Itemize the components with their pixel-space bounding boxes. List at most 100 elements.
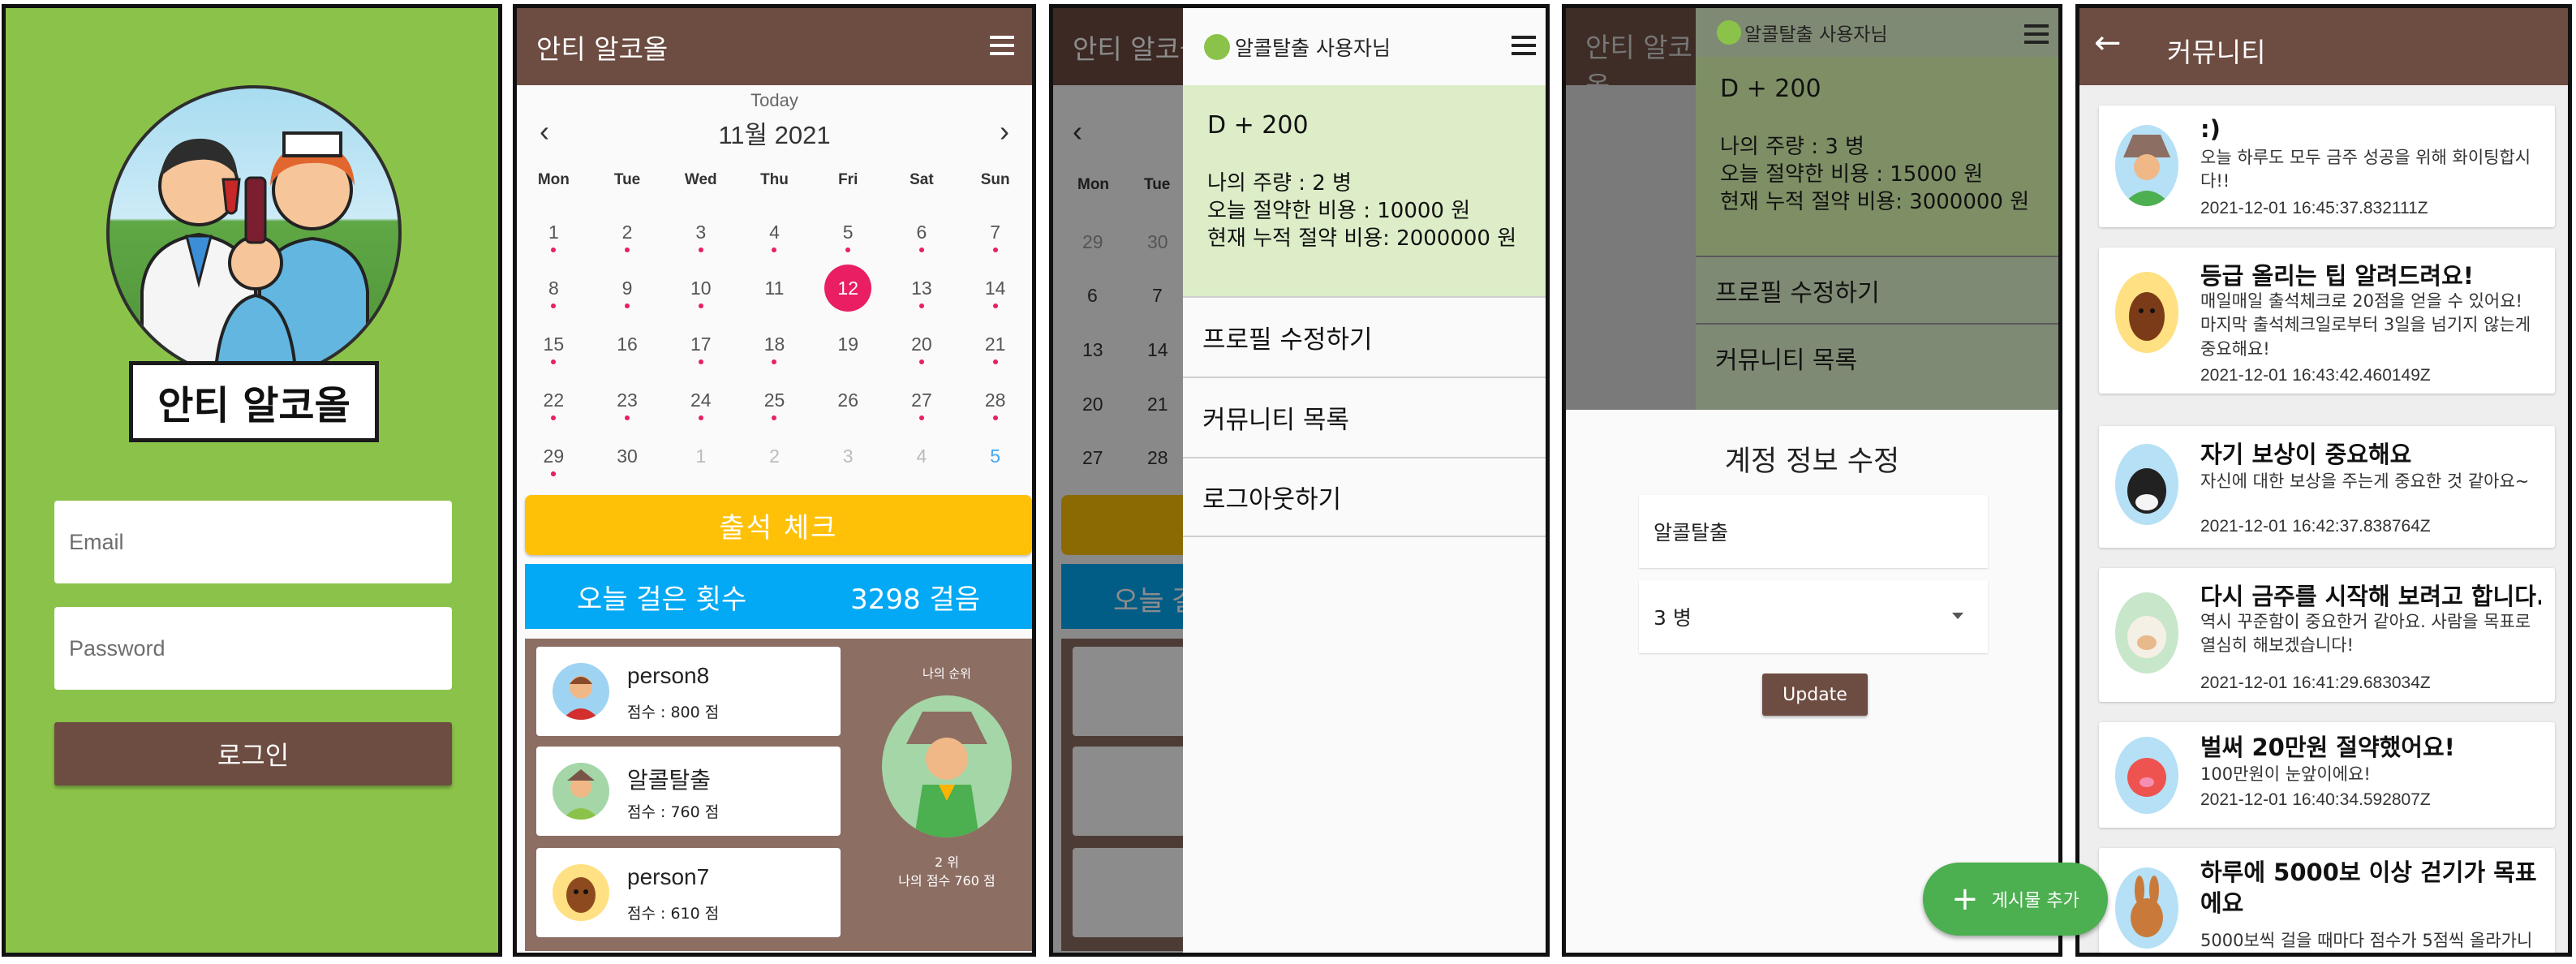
calendar-day[interactable]: 7 (958, 204, 1032, 260)
ranking-score: 점수 : 610 점 (627, 905, 720, 923)
calendar-day[interactable]: 2 (591, 204, 664, 260)
calendar-day[interactable]: 29 (517, 428, 591, 484)
avatar-icon (2115, 444, 2178, 525)
post-title: :) (2200, 115, 2221, 143)
ranking-name: person8 (627, 663, 710, 688)
drawer-item-logout[interactable]: 로그아웃하기 (1183, 457, 1546, 537)
ranking-score: 점수 : 800 점 (627, 704, 720, 721)
page-title: 커뮤니티 (2167, 37, 2266, 68)
post-card[interactable]: :) 오늘 하루도 모두 금주 성공을 위해 화이팅합시다!! 2021-12-… (2099, 105, 2555, 227)
dialog-title: 계정 정보 수정 (1724, 445, 1900, 478)
calendar-day[interactable]: 1 (517, 204, 591, 260)
attendance-dot (551, 415, 557, 420)
post-card[interactable]: 다시 금주를 시작해 보려고 합니다... 역시 꾸준함이 중요한거 같아요. … (2099, 568, 2555, 702)
calendar-day[interactable]: 18 (738, 316, 811, 372)
calendar-day[interactable]: 19 (811, 316, 885, 372)
prev-month-icon[interactable]: ‹ (540, 114, 549, 148)
update-button[interactable]: Update (1762, 674, 1868, 716)
calendar-day[interactable]: 3 (811, 428, 885, 484)
back-arrow-icon[interactable]: ← (2094, 24, 2122, 62)
calendar-day[interactable]: 14 (958, 260, 1032, 316)
calendar-day[interactable]: 4 (738, 204, 811, 260)
calendar-day[interactable]: 21 (958, 316, 1032, 372)
calendar-day[interactable]: 17 (664, 316, 738, 372)
ranking-card[interactable]: 알콜탈출 점수 : 760 점 (536, 747, 841, 836)
calendar-day[interactable]: 8 (517, 260, 591, 316)
weekday-label: Wed (684, 171, 717, 188)
drawer-screen: 안티 알코올 ‹ Mon Tue 29 30 6 7 13 14 20 21 2… (1049, 4, 1550, 957)
calendar-today-label: Today (750, 90, 798, 110)
calendar-day[interactable]: 20 (885, 316, 959, 372)
email-field[interactable]: Email (54, 501, 452, 583)
nickname-field[interactable]: 알콜탈출 (1639, 495, 1988, 568)
drawer-item-community[interactable]: 커뮤니티 목록 (1183, 377, 1546, 457)
dday-counter: D + 200 (1207, 111, 1309, 140)
calendar-day[interactable]: 6 (885, 204, 959, 260)
calendar-day[interactable]: 12 (811, 260, 885, 316)
drawer-header: 알콜탈출 사용자님 (1183, 8, 1546, 85)
app-title: 안티 알코올 (536, 32, 669, 65)
login-screen: 안티 알코올 Email Password 로그인 (2, 4, 502, 957)
add-post-button[interactable]: + 게시물 추가 (1923, 863, 2108, 936)
calendar-day[interactable]: 25 (738, 372, 811, 428)
post-card[interactable]: 벌써 20만원 절약했어요! 100만원이 눈앞이에요! 2021-12-01 … (2099, 722, 2555, 828)
post-card[interactable]: 등급 올리는 팁 알려드려요! 매일매일 출석체크로 20점을 얻을 수 있어요… (2099, 247, 2555, 394)
calendar-day[interactable]: 5 (958, 428, 1032, 484)
ranking-card[interactable]: person7 점수 : 610 점 (536, 848, 841, 937)
attendance-check-button[interactable]: 출석 체크 (525, 495, 1032, 555)
calendar-grid: Mon Tue Wed Thu Fri Sat Sun 1 2 3 4 5 6 7 8 9 10 11 12 13 14… (517, 171, 1032, 484)
weekday-label: Tue (613, 171, 641, 188)
dropdown-arrow-icon (1952, 613, 1963, 619)
drink-select[interactable]: 3 병 (1639, 580, 1988, 653)
scarecrow-avatar-icon (882, 695, 1012, 837)
calendar-day[interactable]: 4 (885, 428, 959, 484)
drawer-item-edit-profile[interactable]: 프로필 수정하기 (1183, 296, 1546, 377)
password-field[interactable]: Password (54, 607, 452, 690)
attendance-dot (625, 303, 630, 308)
calendar-day[interactable]: 24 (664, 372, 738, 428)
post-card[interactable]: 하루에 5000보 이상 걷기가 목표에요 5000보씩 걸을 때마다 점수가 … (2099, 848, 2555, 953)
calendar-day[interactable]: 11 (738, 260, 811, 316)
attendance-dot (992, 303, 998, 308)
calendar-day[interactable]: 13 (885, 260, 959, 316)
attendance-dot (992, 247, 998, 252)
calendar-day[interactable]: 23 (591, 372, 664, 428)
ranking-card[interactable]: person8 점수 : 800 점 (536, 647, 841, 736)
calendar-day[interactable]: 22 (517, 372, 591, 428)
attendance-dot (772, 359, 777, 364)
post-body: 매일매일 출석체크로 20점을 얻을 수 있어요! 마지막 출석체크일로부터 3… (2200, 291, 2531, 359)
attendance-dot (918, 247, 924, 252)
post-body: 5000보씩 걸을 때마다 점수가 5점씩 올라가니 (2200, 931, 2533, 950)
calendar-day[interactable]: 9 (591, 260, 664, 316)
calendar-day[interactable]: 5 (811, 204, 885, 260)
weekday-label: Sat (910, 171, 934, 188)
login-button[interactable]: 로그인 (54, 722, 452, 785)
weekday-label: Thu (760, 171, 789, 188)
menu-icon[interactable] (1512, 36, 1536, 55)
post-body: 오늘 하루도 모두 금주 성공을 위해 화이팅합시다!! (2200, 148, 2531, 192)
avatar-icon (553, 763, 609, 820)
next-month-icon[interactable]: › (1000, 114, 1009, 148)
app-bar: ← 커뮤니티 (2079, 8, 2568, 85)
post-date: 2021-12-01 16:45:37.832111Z (2200, 199, 2428, 217)
calendar-day[interactable]: 30 (591, 428, 664, 484)
calendar-day[interactable]: 15 (517, 316, 591, 372)
post-card[interactable]: 자기 보상이 중요해요 자신에 대한 보상을 주는게 중요한 것 같아요~ 20… (2099, 426, 2555, 548)
calendar-day[interactable]: 3 (664, 204, 738, 260)
attendance-dot (698, 415, 703, 420)
weekday-label: Sun (980, 171, 1010, 188)
avatar-icon (2115, 272, 2178, 353)
calendar-day[interactable]: 26 (811, 372, 885, 428)
attendance-dot (551, 471, 557, 476)
calendar-day[interactable]: 2 (738, 428, 811, 484)
calendar-day[interactable]: 10 (664, 260, 738, 316)
calendar-day[interactable]: 28 (958, 372, 1032, 428)
my-rank: 2 위 (935, 854, 959, 870)
attendance-dot (551, 359, 557, 364)
calendar-day[interactable]: 27 (885, 372, 959, 428)
app-bar: 안티 알코올 (517, 8, 1032, 85)
saved-total: 현재 누적 절약 비용: 2000000 원 (1207, 226, 1517, 251)
calendar-day[interactable]: 16 (591, 316, 664, 372)
calendar-day[interactable]: 1 (664, 428, 738, 484)
menu-icon[interactable] (990, 36, 1014, 55)
